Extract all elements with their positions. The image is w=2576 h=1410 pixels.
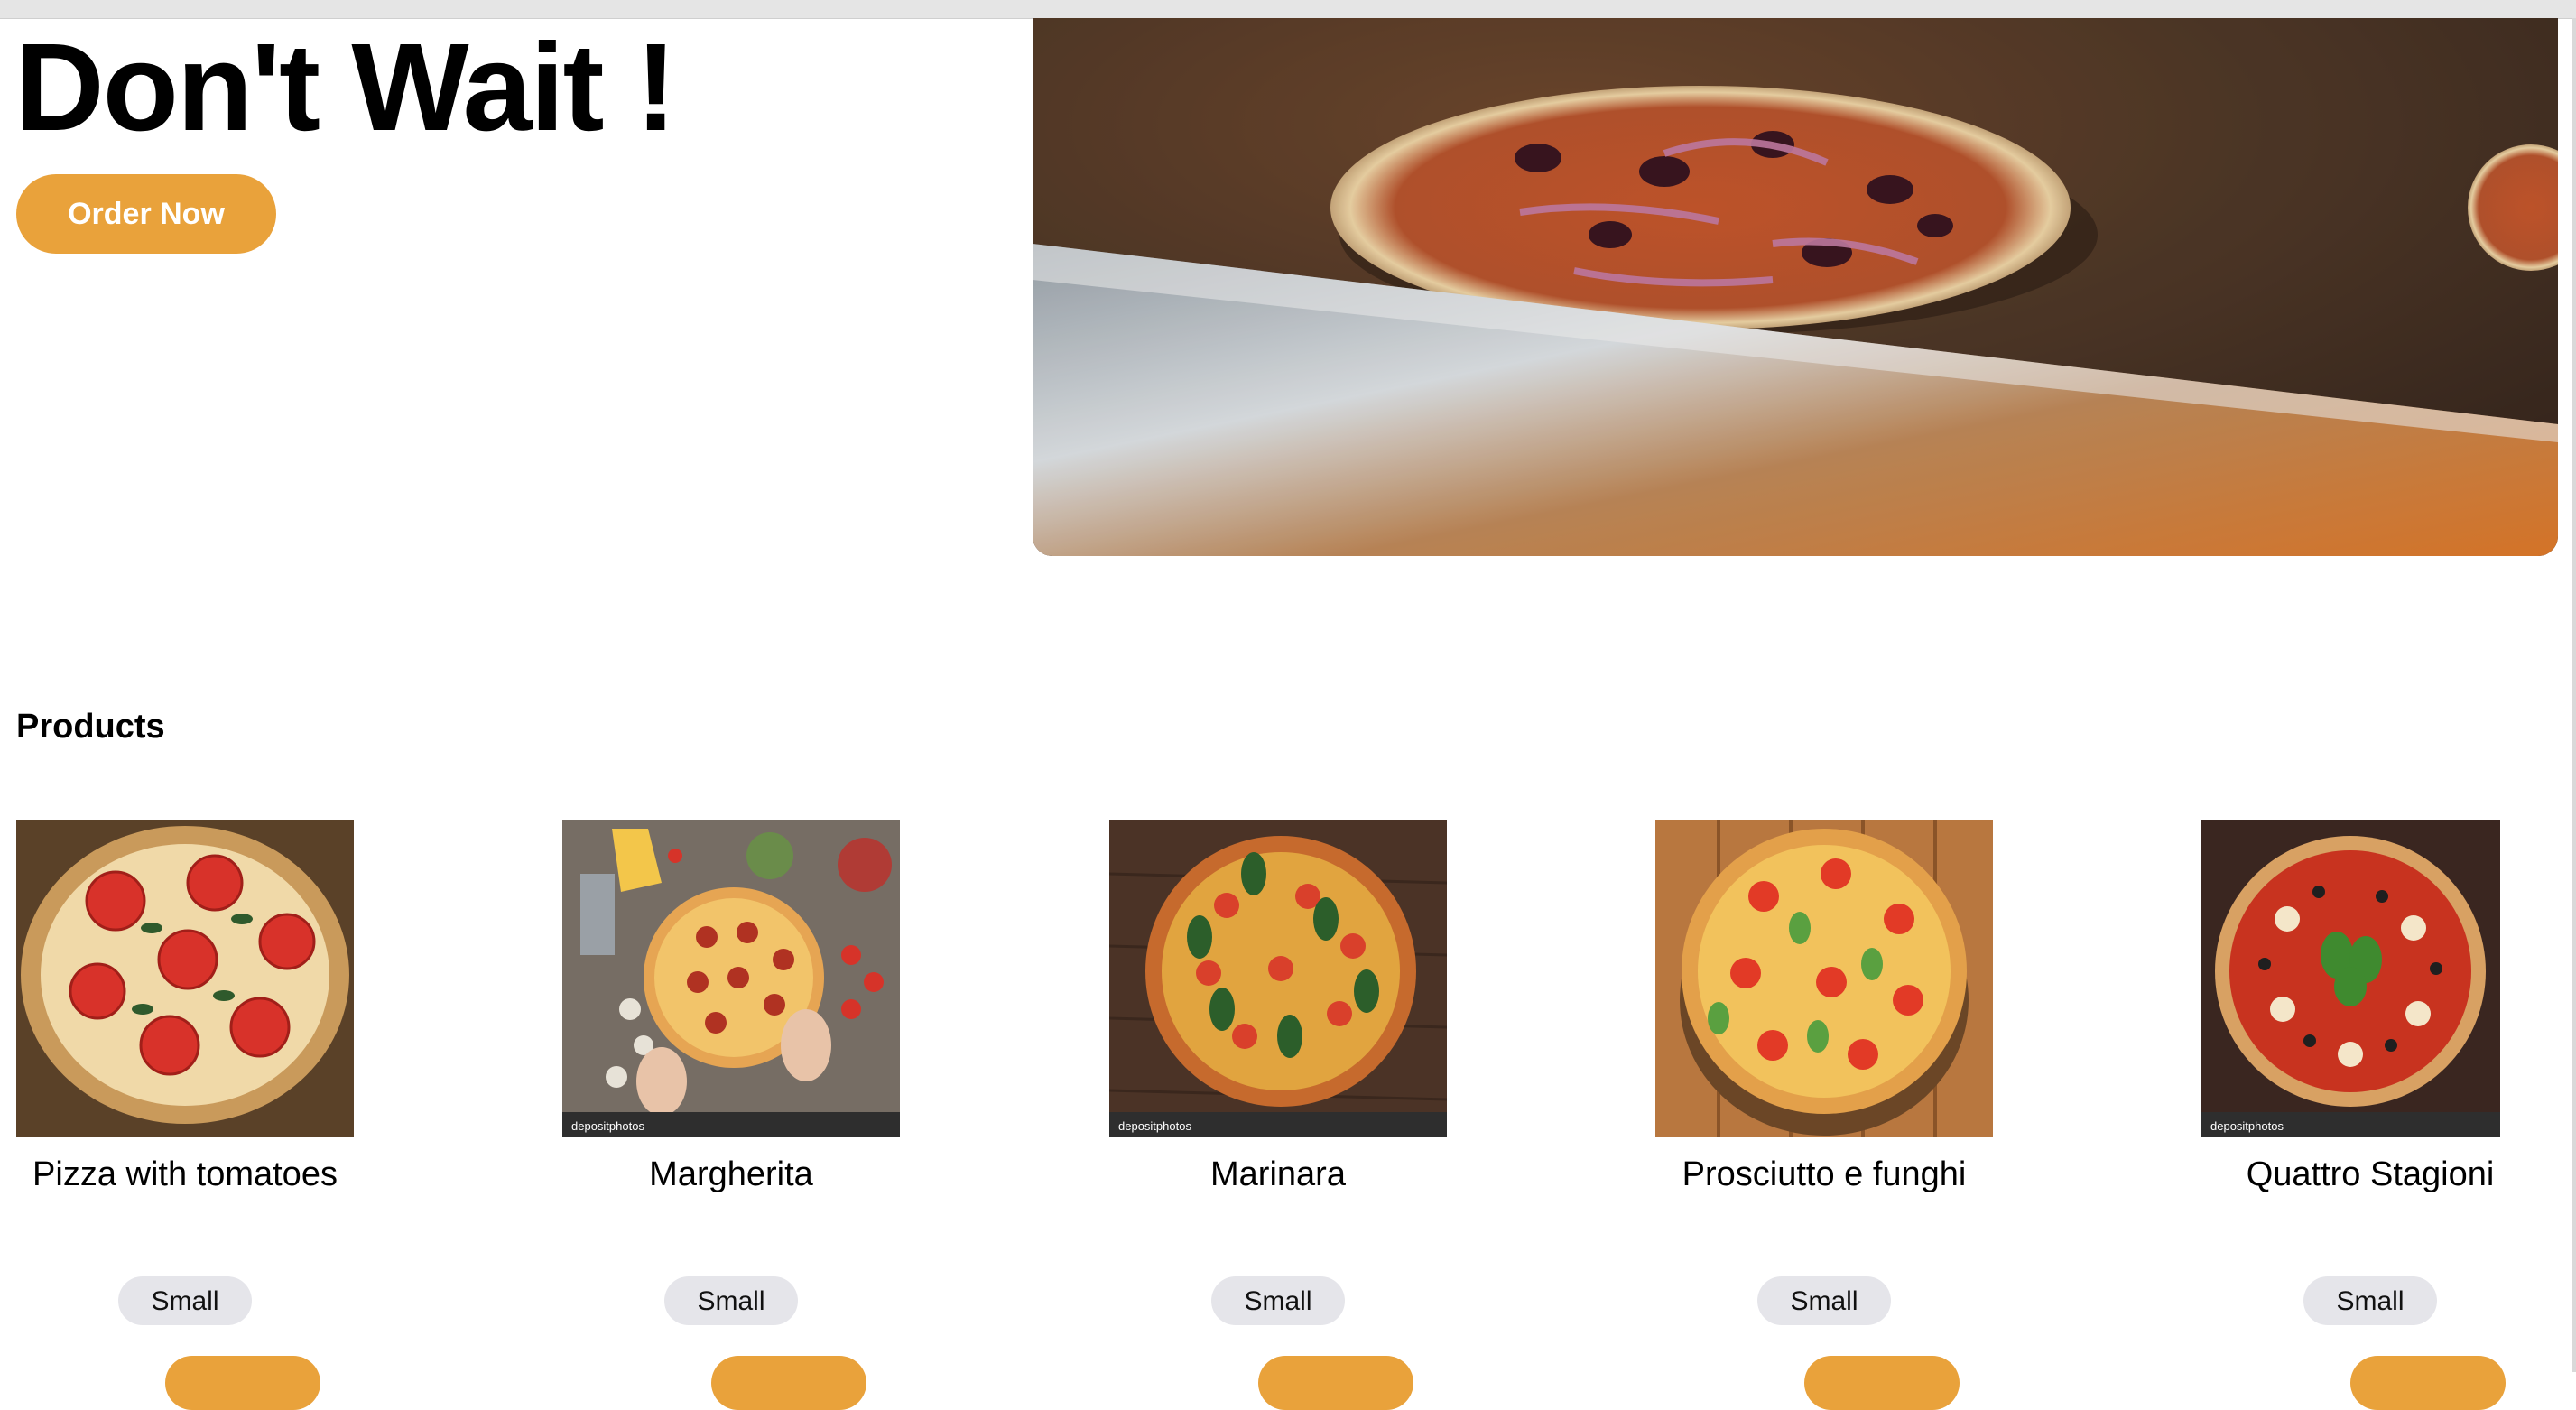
product-image-pizza-with-tomatoes[interactable] bbox=[16, 820, 354, 1137]
size-selector[interactable]: Small bbox=[1211, 1276, 1345, 1325]
product-card[interactable]: depositphotos Marinara Small bbox=[1092, 820, 1471, 1410]
products-heading: Products bbox=[16, 708, 165, 746]
size-selector[interactable]: Small bbox=[1757, 1276, 1891, 1325]
product-image-quattro-stagioni[interactable]: depositphotos bbox=[2201, 820, 2500, 1137]
product-image-prosciutto-e-funghi[interactable] bbox=[1655, 820, 1993, 1137]
product-image-marinara[interactable]: depositphotos bbox=[1109, 820, 1447, 1137]
product-card[interactable]: depositphotos Quattro Stagioni Small bbox=[2184, 820, 2563, 1410]
size-selector[interactable]: Small bbox=[664, 1276, 798, 1325]
product-name: Marinara bbox=[1210, 1155, 1346, 1193]
order-now-button[interactable]: Order Now bbox=[16, 174, 276, 254]
svg-text:depositphotos: depositphotos bbox=[571, 1119, 644, 1133]
product-name: Margherita bbox=[649, 1155, 813, 1193]
add-to-cart-button[interactable] bbox=[1804, 1356, 1960, 1410]
svg-text:depositphotos: depositphotos bbox=[1118, 1119, 1191, 1133]
svg-text:depositphotos: depositphotos bbox=[2210, 1119, 2284, 1133]
product-image-margherita[interactable]: depositphotos bbox=[562, 820, 900, 1137]
product-name: Prosciutto e funghi bbox=[1682, 1155, 1967, 1193]
product-card[interactable]: depositphotos Margherita Small bbox=[546, 820, 925, 1410]
hero-title: Don't Wait ! bbox=[14, 18, 677, 157]
size-selector[interactable]: Small bbox=[118, 1276, 252, 1325]
products-grid: Pizza with tomatoes Small depositphotos … bbox=[0, 820, 2572, 1410]
product-name: Quattro Stagioni bbox=[2246, 1155, 2495, 1193]
scrollbar-edge[interactable] bbox=[2572, 18, 2576, 1372]
hero-pizza-oven-image bbox=[1033, 18, 2558, 556]
hero-section: Don't Wait ! Order Now bbox=[0, 18, 2572, 560]
browser-top-bar bbox=[0, 0, 2576, 19]
add-to-cart-button[interactable] bbox=[2350, 1356, 2506, 1410]
product-card[interactable]: Pizza with tomatoes Small bbox=[0, 820, 379, 1410]
add-to-cart-button[interactable] bbox=[711, 1356, 866, 1410]
add-to-cart-button[interactable] bbox=[165, 1356, 320, 1410]
size-selector[interactable]: Small bbox=[2303, 1276, 2437, 1325]
product-name: Pizza with tomatoes bbox=[32, 1155, 338, 1193]
add-to-cart-button[interactable] bbox=[1258, 1356, 1413, 1410]
product-card[interactable]: Prosciutto e funghi Small bbox=[1638, 820, 2017, 1410]
